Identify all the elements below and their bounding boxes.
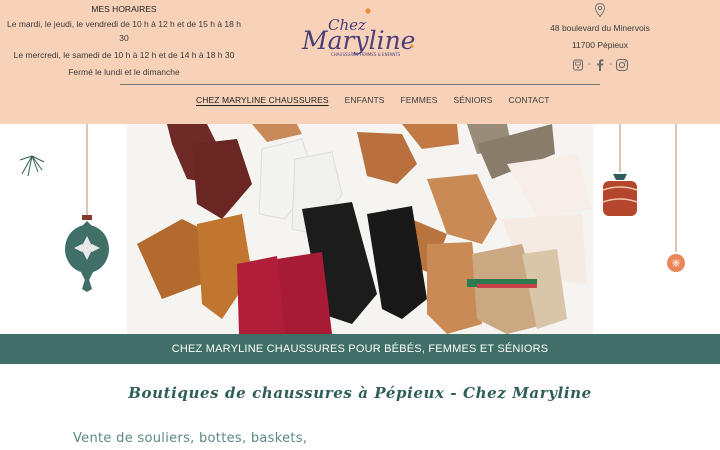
map-pin-icon[interactable]	[592, 2, 608, 18]
tagline-banner: CHEZ MARYLINE CHAUSSURES POUR BÉBÉS, FEM…	[0, 334, 720, 364]
hours-line-2: Le mercredi, le samedi de 10 h à 12 h et…	[13, 50, 235, 60]
ornament-far-right-icon	[667, 124, 685, 272]
nav-item-contact[interactable]: CONTACT	[508, 95, 549, 106]
store-address: 48 boulevard du Minervois 11700 Pépieux …	[530, 2, 670, 73]
site-header: MES HORAIRES Le mardi, le jeudi, le vend…	[0, 0, 720, 124]
header-divider	[120, 84, 600, 85]
snowflake-icon	[19, 155, 45, 177]
hero-section	[0, 124, 720, 334]
instagram-icon[interactable]	[615, 58, 629, 72]
nav-item-enfants[interactable]: ENFANTS	[345, 95, 385, 106]
nav-item-seniors[interactable]: SÉNIORS	[453, 95, 492, 106]
opening-hours: MES HORAIRES Le mardi, le jeudi, le vend…	[6, 2, 242, 82]
nav-item-chez-maryline[interactable]: CHEZ MARYLINE CHAUSSURES	[196, 95, 329, 106]
page-subtitle: Vente de souliers, bottes, baskets,	[73, 431, 308, 446]
social-separator: -	[609, 59, 613, 70]
site-logo[interactable]: Chez Maryline CHAUSSURES FEMMES & ENFANT…	[300, 6, 422, 66]
address-city: 11700 Pépieux	[571, 40, 629, 50]
christmas-decorations	[19, 124, 685, 334]
social-links: - -	[530, 57, 670, 73]
phone-icon[interactable]	[571, 58, 585, 72]
logo-tagline: CHAUSSURES FEMMES & ENFANTS	[331, 52, 401, 57]
hours-line-1: Le mardi, le jeudi, le vendredi de 10 h …	[7, 19, 241, 43]
address-street: 48 boulevard du Minervois	[550, 23, 650, 33]
main-navigation: CHEZ MARYLINE CHAUSSURES ENFANTS FEMMES …	[196, 95, 550, 106]
social-separator: -	[587, 59, 591, 70]
logo-graphic: Chez Maryline CHAUSSURES FEMMES & ENFANT…	[301, 8, 415, 57]
hours-line-3: Fermé le lundi et le dimanche	[68, 67, 180, 77]
shoe-photo	[127, 124, 593, 334]
facebook-icon[interactable]	[594, 58, 606, 72]
logo-name: Maryline	[301, 26, 415, 55]
nav-item-femmes[interactable]: FEMMES	[401, 95, 438, 106]
ornament-left-icon	[65, 124, 109, 292]
page-title: Boutiques de chaussures à Pépieux - Chez…	[128, 384, 592, 402]
hours-title: MES HORAIRES	[91, 4, 157, 14]
ornament-right-icon	[602, 124, 638, 216]
